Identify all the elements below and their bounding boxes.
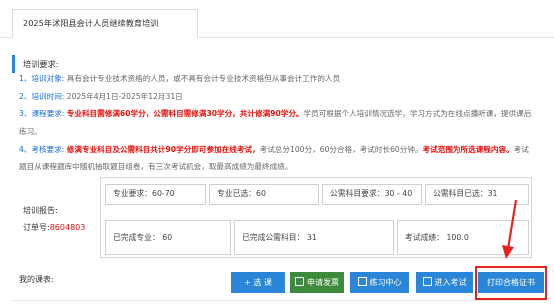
requirement-2-text: 2025年4月1日-2025年12月31日 (66, 92, 183, 101)
requirements-heading: 培训要求: (12, 55, 59, 73)
requirement-2-num: 2、 (19, 92, 32, 101)
apply-invoice-label: 申请发票 (307, 278, 339, 287)
order-number-value: 8604803 (49, 223, 86, 232)
requirement-4-text-b: 考试 (513, 145, 529, 154)
requirement-4-text-c: 题目从课程题库中随机抽取题目组卷，有三次考试机会，取最高成绩为最终成绩。 (19, 162, 293, 171)
training-report-label: 培训报告: (23, 206, 58, 215)
requirement-4-num: 4、 (19, 145, 32, 154)
requirement-3: 3、课程要求: 专业科目需修满60学分，公需科目需修满30学分，共计修满90学分… (19, 108, 531, 120)
requirement-4-red-a: 修满专业科目及公需科目共计90学分即可参加在线考试， (66, 145, 260, 154)
requirement-2-label: 培训时间: (31, 92, 65, 101)
requirement-3-label: 课程要求: (31, 109, 65, 118)
requirement-1-label: 培训对象: (31, 74, 65, 83)
stat-exam-score: 考试成绩： 100.0 (397, 220, 529, 255)
requirement-3-num: 3、 (19, 109, 32, 118)
requirement-1-text: 具有会计专业技术资格的人员，或不具有会计专业技术资格但从事会计工作的人员 (66, 74, 341, 83)
stat-prof-selected: 专业已选：60 (209, 184, 319, 205)
order-number: 订单号:8604803 (23, 222, 85, 233)
requirement-3-text-a: 学员可根据个人培训情况选学，学习方式为在线点播听课，提供课后 (303, 109, 532, 118)
requirement-4-red-b: 考试范围为所选课程内容。 (422, 145, 514, 154)
stat-public-selected: 公需科目已选：31 (425, 184, 529, 205)
requirement-4-label: 考核要求: (31, 145, 65, 154)
stat-public-done: 已完成公需科目： 31 (234, 220, 394, 255)
apply-invoice-button[interactable]: 申请发票 (290, 272, 344, 293)
my-lessons-label: 我的课表: (19, 275, 54, 284)
requirement-3-red: 专业科目需修满60学分，公需科目需修满30学分，共计修满90学分。 (66, 109, 304, 118)
tab-training-title[interactable]: 2025年沭阳县会计人员继续教育培训 (12, 9, 198, 38)
exam-icon (422, 277, 432, 286)
stat-prof-required: 专业要求：60-70 (105, 184, 206, 205)
practice-center-label: 练习中心 (369, 278, 402, 287)
practice-center-button[interactable]: 练习中心 (350, 272, 409, 293)
requirement-4: 4、考核要求: 修满专业科目及公需科目共计90学分即可参加在线考试，考试总分10… (19, 144, 529, 156)
highlight-box (475, 266, 547, 300)
divider (12, 300, 547, 301)
stat-prof-done: 已完成专业： 60 (105, 220, 231, 255)
enter-exam-button[interactable]: 进入考试 (416, 272, 473, 293)
stat-public-required: 公需科目要求：30 - 40 (322, 184, 422, 205)
order-number-label: 订单号: (23, 223, 50, 232)
practice-icon (357, 277, 367, 286)
training-stats-table: 专业要求：60-70 专业已选：60 公需科目要求：30 - 40 公需科目已选… (100, 177, 532, 258)
enter-exam-label: 进入考试 (434, 278, 467, 287)
requirement-4-text-a: 考试总分100分，60分合格，考试时长60分钟。 (259, 145, 423, 154)
tab-bar: 2025年沭阳县会计人员继续教育培训 (0, 0, 554, 38)
invoice-icon (295, 277, 304, 286)
requirement-2: 2、培训时间: 2025年4月1日-2025年12月31日 (19, 91, 183, 103)
requirement-1-num: 1、 (19, 74, 32, 83)
select-course-button[interactable]: + 选 课 (231, 272, 285, 293)
requirement-3-text-b: 练习。 (19, 127, 42, 136)
requirement-1: 1、培训对象: 具有会计专业技术资格的人员，或不具有会计专业技术资格但从事会计工… (19, 73, 340, 85)
